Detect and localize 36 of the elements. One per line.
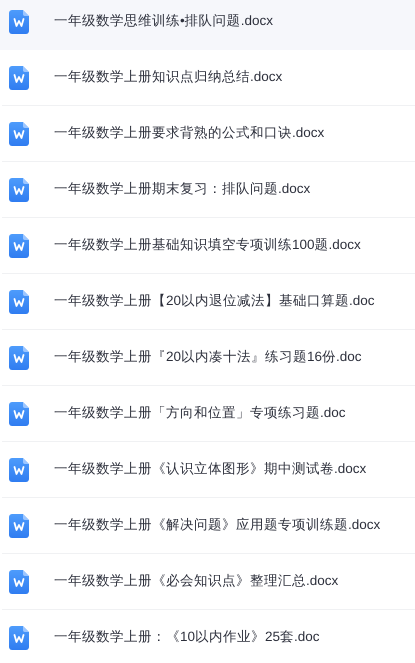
file-name: 一年级数学上册【20以内退位减法】基础口算题.doc <box>54 292 375 310</box>
file-name: 一年级数学上册知识点归纳总结.docx <box>54 68 282 86</box>
file-row[interactable]: 一年级数学上册基础知识填空专项训练100题.docx <box>2 218 415 274</box>
word-document-icon <box>9 458 29 482</box>
file-name: 一年级数学上册：《10以内作业》25套.doc <box>54 628 320 646</box>
file-row[interactable]: 一年级数学上册《必会知识点》整理汇总.docx <box>2 554 415 610</box>
word-document-icon <box>9 402 29 426</box>
word-document-icon <box>9 10 29 34</box>
file-name: 一年级数学上册基础知识填空专项训练100题.docx <box>54 236 361 254</box>
file-name: 一年级数学上册『20以内凑十法』练习题16份.doc <box>54 348 362 366</box>
file-name: 一年级数学上册《认识立体图形》期中测试卷.docx <box>54 460 366 478</box>
file-name: 一年级数学上册要求背熟的公式和口诀.docx <box>54 124 324 142</box>
word-document-icon <box>9 570 29 594</box>
file-row[interactable]: 一年级数学上册《认识立体图形》期中测试卷.docx <box>2 442 415 498</box>
word-document-icon <box>9 346 29 370</box>
word-document-icon <box>9 514 29 538</box>
file-row[interactable]: 一年级数学思维训练•排队问题.docx <box>0 0 415 50</box>
file-name: 一年级数学上册「方向和位置」专项练习题.doc <box>54 404 346 422</box>
file-name: 一年级数学上册《必会知识点》整理汇总.docx <box>54 572 338 590</box>
file-row[interactable]: 一年级数学上册知识点归纳总结.docx <box>2 50 415 106</box>
file-row[interactable]: 一年级数学上册「方向和位置」专项练习题.doc <box>2 386 415 442</box>
file-name: 一年级数学思维训练•排队问题.docx <box>54 12 273 30</box>
word-document-icon <box>9 122 29 146</box>
word-document-icon <box>9 626 29 650</box>
file-row[interactable]: 一年级数学上册【20以内退位减法】基础口算题.doc <box>2 274 415 330</box>
file-row[interactable]: 一年级数学上册『20以内凑十法』练习题16份.doc <box>2 330 415 386</box>
file-row[interactable]: 一年级数学上册《解决问题》应用题专项训练题.docx <box>2 498 415 554</box>
word-document-icon <box>9 234 29 258</box>
word-document-icon <box>9 290 29 314</box>
file-row[interactable]: 一年级数学上册：《10以内作业》25套.doc <box>2 610 415 663</box>
word-document-icon <box>9 66 29 90</box>
file-row[interactable]: 一年级数学上册要求背熟的公式和口诀.docx <box>2 106 415 162</box>
file-name: 一年级数学上册期末复习：排队问题.docx <box>54 180 310 198</box>
file-name: 一年级数学上册《解决问题》应用题专项训练题.docx <box>54 516 380 534</box>
file-row[interactable]: 一年级数学上册期末复习：排队问题.docx <box>2 162 415 218</box>
word-document-icon <box>9 178 29 202</box>
